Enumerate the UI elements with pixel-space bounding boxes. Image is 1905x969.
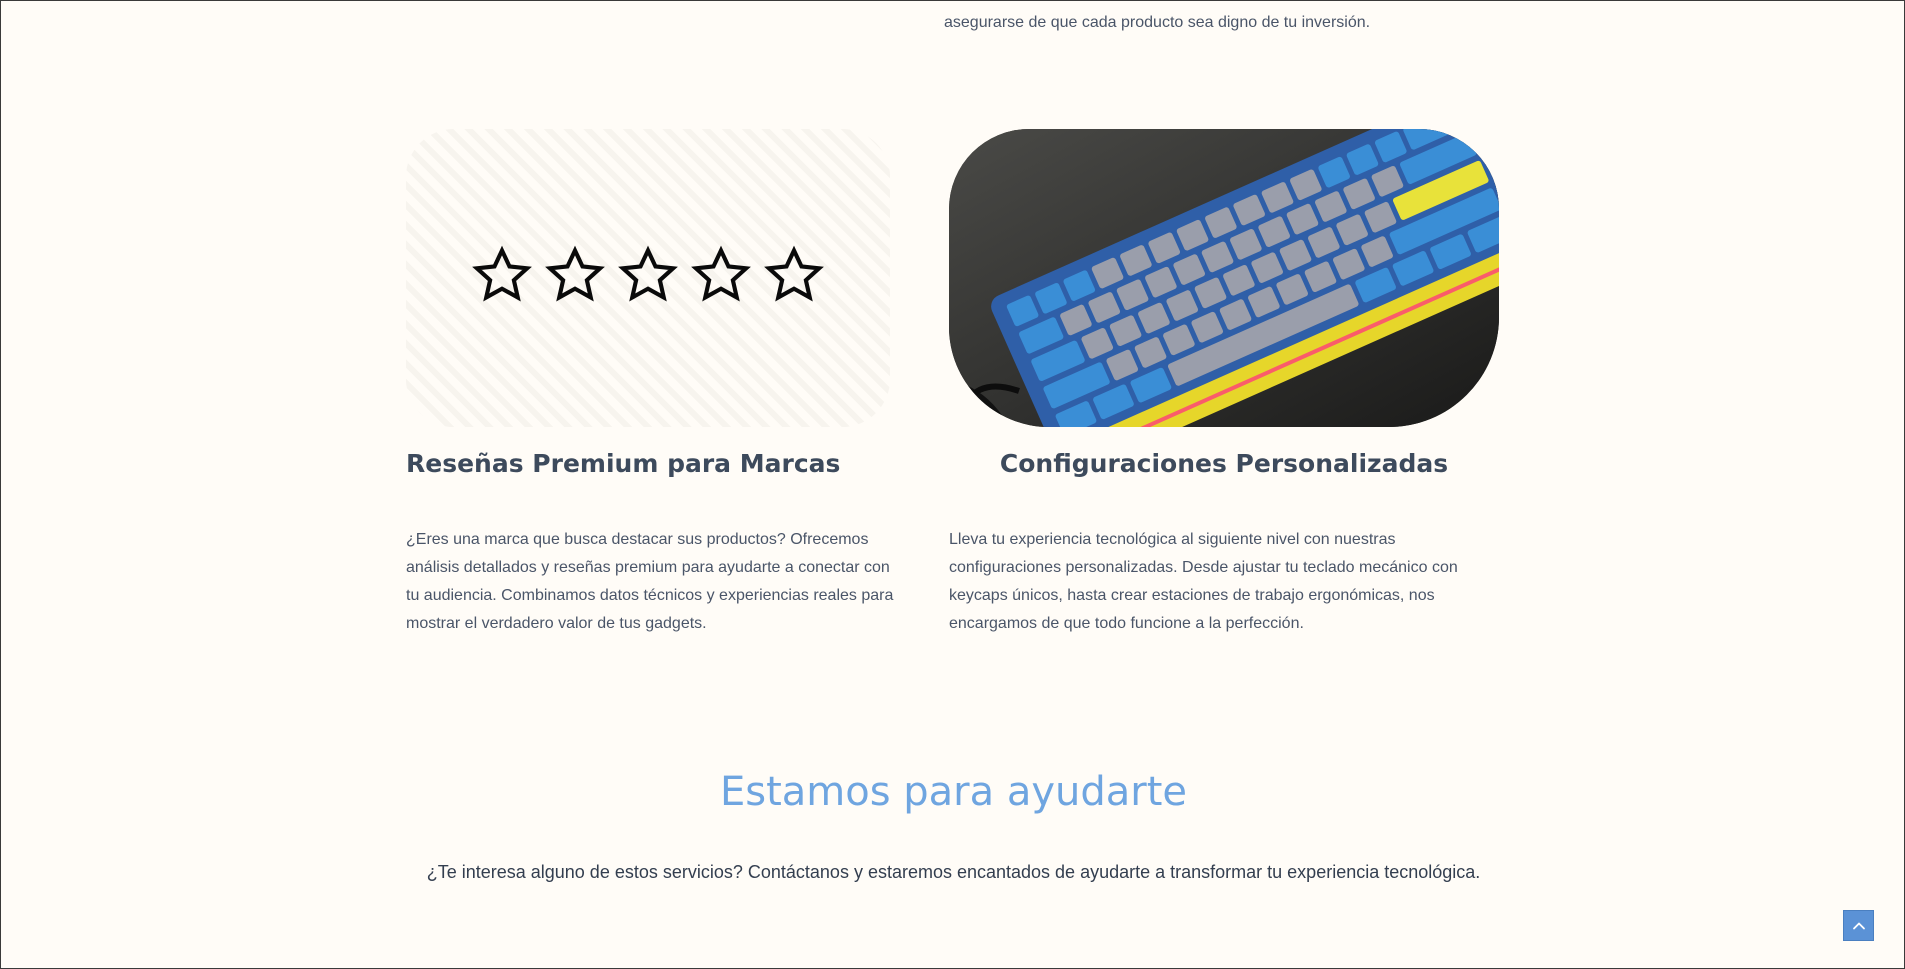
- star-rating: [406, 244, 890, 306]
- service-title-configurations: Configuraciones Personalizadas: [999, 449, 1449, 478]
- star-icon: [472, 245, 532, 302]
- intro-text: asegurarse de que cada producto sea dign…: [944, 14, 1371, 31]
- star-icon: [764, 245, 824, 302]
- star-icon: [691, 245, 751, 302]
- contact-section-text: ¿Te interesa alguno de estos servicios? …: [426, 862, 1481, 882]
- keyboard-photo: [949, 129, 1499, 427]
- service-description-reviews: ¿Eres una marca que busca destacar sus p…: [406, 531, 894, 632]
- contact-section-title: Estamos para ayudarte: [719, 769, 1188, 815]
- service-description-configurations: Lleva tu experiencia tecnológica al sigu…: [949, 531, 1458, 632]
- star-icon: [618, 245, 678, 302]
- mechanical-keyboard-illustration: [949, 129, 1499, 427]
- chevron-up-icon: [1852, 922, 1865, 929]
- service-title-reviews: Reseñas Premium para Marcas: [406, 449, 841, 478]
- scroll-to-top-button[interactable]: [1843, 910, 1874, 941]
- star-icon: [545, 245, 605, 302]
- reviews-illustration: [406, 129, 890, 427]
